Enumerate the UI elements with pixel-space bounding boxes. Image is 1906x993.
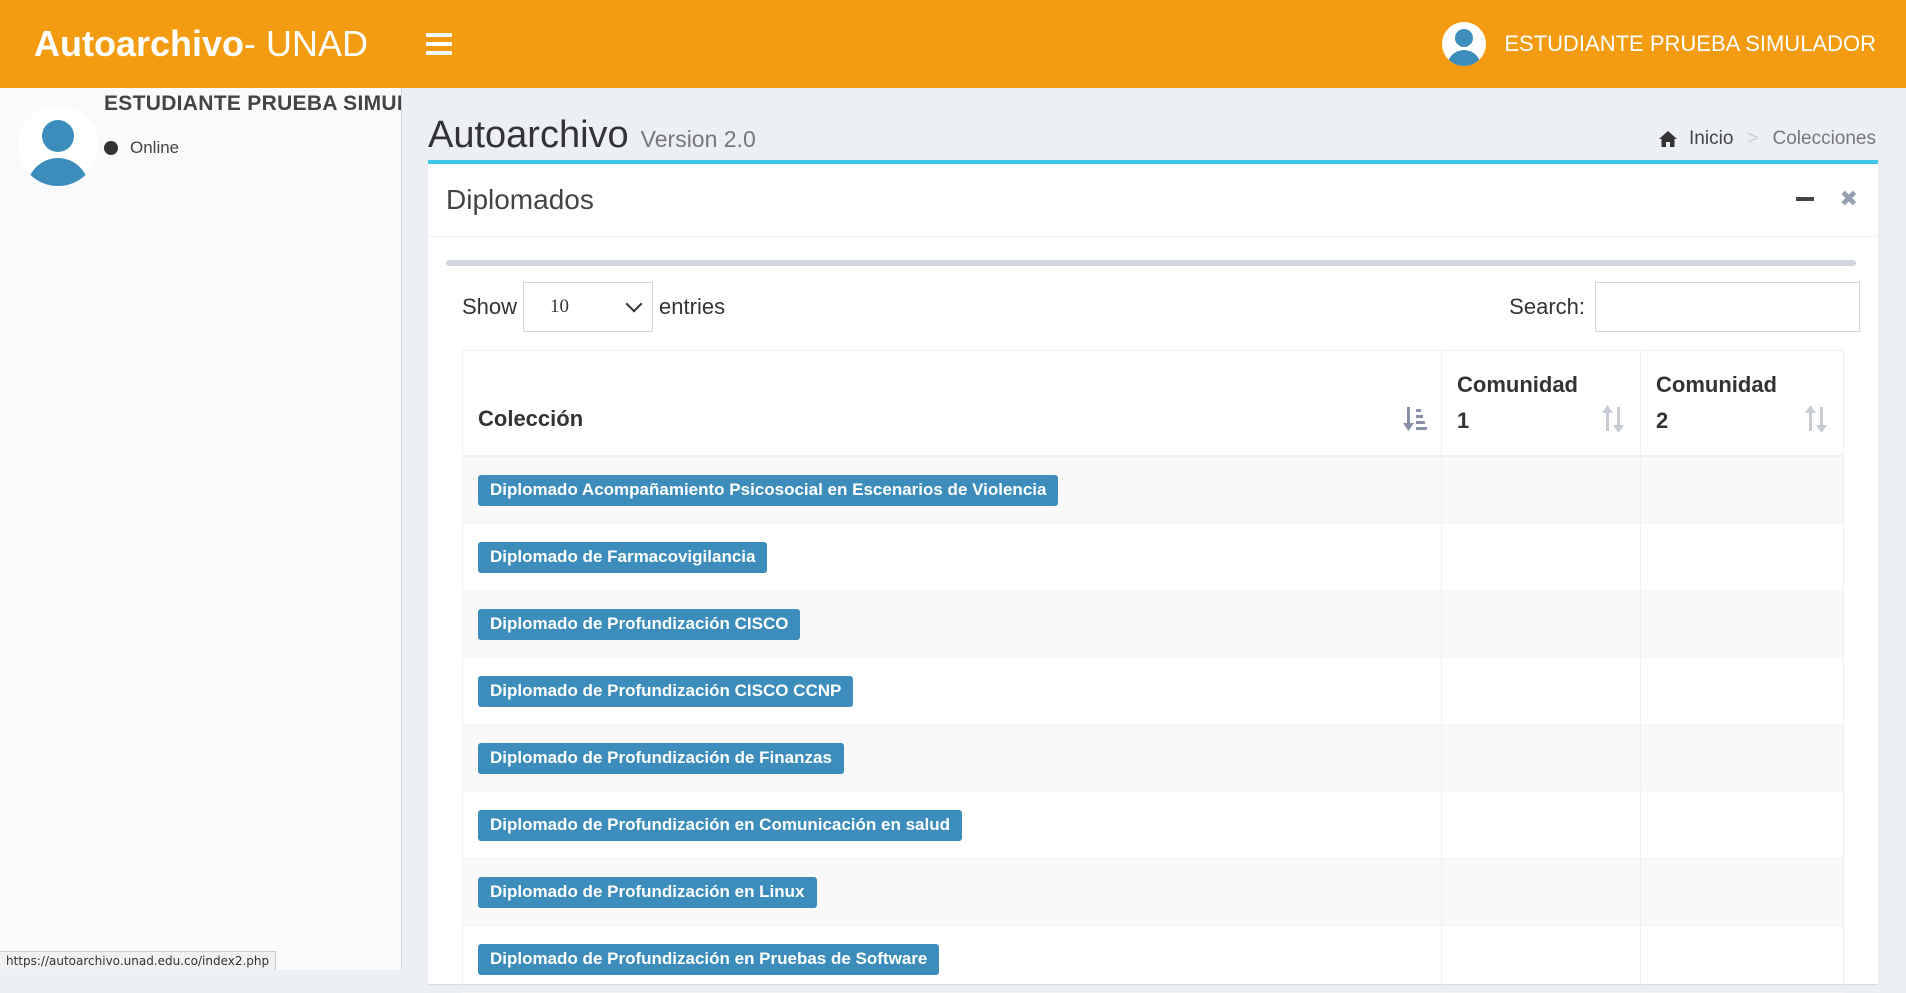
user-panel <box>18 106 98 186</box>
sidebar-avatar-icon <box>18 106 98 186</box>
search-control: Search: <box>1509 282 1860 332</box>
sidebar-toggle-icon[interactable] <box>426 33 452 55</box>
status-text: Online <box>130 138 180 157</box>
breadcrumb-current: Colecciones <box>1772 128 1877 149</box>
divider <box>446 260 1856 266</box>
home-icon <box>1659 131 1678 147</box>
sidebar-user-name: ESTUDIANTE PRUEBA SIMULADOR <box>104 92 401 115</box>
cell-comunidad1 <box>1441 658 1640 724</box>
app-logo[interactable]: Autoarchivo - UNAD <box>0 0 402 88</box>
collection-label[interactable]: Diplomado de Profundización en Linux <box>478 876 817 908</box>
cell-comunidad1 <box>1441 792 1640 858</box>
sort-both-icon <box>1805 405 1827 433</box>
table-row: Diplomado de Profundización CISCO <box>462 591 1844 658</box>
collections-table: Colección Comunidad 1 Comunidad 2 Diplom… <box>462 350 1844 993</box>
column-header-comunidad1[interactable]: Comunidad 1 <box>1441 351 1640 455</box>
table-row: Diplomado de Profundización en Comunicac… <box>462 792 1844 859</box>
cell-coleccion: Diplomado de Farmacovigilancia <box>462 524 1441 590</box>
breadcrumb-home[interactable]: Inicio <box>1689 128 1733 150</box>
page-title: Autoarchivo Version 2.0 <box>428 114 756 157</box>
table-row: Diplomado Acompañamiento Psicosocial en … <box>462 457 1844 524</box>
search-label: Search: <box>1509 294 1585 319</box>
chevron-down-icon <box>625 295 643 313</box>
cell-coleccion: Diplomado de Profundización en Linux <box>462 859 1441 925</box>
sort-both-icon <box>1602 405 1624 433</box>
top-navbar: Autoarchivo - UNAD ESTUDIANTE PRUEBA SIM… <box>0 0 1906 88</box>
breadcrumb: Inicio > Colecciones <box>1659 128 1876 150</box>
box-header: Diplomados ✖ <box>428 164 1878 237</box>
cell-comunidad2 <box>1640 591 1844 657</box>
cell-comunidad2 <box>1640 792 1844 858</box>
sidebar-user-info: ESTUDIANTE PRUEBA SIMULADOR Online <box>104 92 401 158</box>
table-row: Diplomado de Farmacovigilancia <box>462 524 1844 591</box>
column-header-label: Colección <box>478 406 584 431</box>
user-menu[interactable]: ESTUDIANTE PRUEBA SIMULADOR <box>1442 0 1876 88</box>
cell-coleccion: Diplomado Acompañamiento Psicosocial en … <box>462 457 1441 523</box>
table-row: Diplomado de Profundización CISCO CCNP <box>462 658 1844 725</box>
cell-coleccion: Diplomado de Profundización en Comunicac… <box>462 792 1441 858</box>
collection-label[interactable]: Diplomado de Profundización CISCO CCNP <box>478 675 854 707</box>
cell-comunidad2 <box>1640 926 1844 992</box>
status-dot-icon <box>104 141 118 155</box>
cell-comunidad2 <box>1640 859 1844 925</box>
cell-comunidad2 <box>1640 524 1844 590</box>
column-header-comunidad2[interactable]: Comunidad 2 <box>1640 351 1844 455</box>
table-row: Diplomado de Profundización de Finanzas <box>462 725 1844 792</box>
brand-rest: - UNAD <box>244 23 369 64</box>
user-avatar-icon <box>1442 22 1487 66</box>
column-header-coleccion[interactable]: Colección <box>462 351 1441 455</box>
cell-coleccion: Diplomado de Profundización en Pruebas d… <box>462 926 1441 992</box>
version-label: Version 2.0 <box>640 126 756 152</box>
cell-comunidad2 <box>1640 725 1844 791</box>
table-header: Colección Comunidad 1 Comunidad 2 <box>462 350 1844 457</box>
show-label: Show <box>462 294 518 319</box>
collection-label[interactable]: Diplomado Acompañamiento Psicosocial en … <box>478 474 1059 506</box>
collection-label[interactable]: Diplomado de Profundización de Finanzas <box>478 742 844 774</box>
cell-coleccion: Diplomado de Profundización CISCO CCNP <box>462 658 1441 724</box>
entries-label: entries <box>659 294 726 319</box>
collection-label[interactable]: Diplomado de Farmacovigilancia <box>478 541 768 573</box>
cell-comunidad1 <box>1441 926 1640 992</box>
collapse-icon[interactable] <box>1795 197 1814 201</box>
entries-length-control: Show 10 entries <box>462 282 725 332</box>
box-tools: ✖ <box>1795 188 1858 210</box>
cell-comunidad1 <box>1441 457 1640 523</box>
search-input[interactable] <box>1595 282 1860 332</box>
entries-select-value: 10 <box>550 296 570 317</box>
column-header-label: Comunidad 1 <box>1457 372 1578 433</box>
close-icon[interactable]: ✖ <box>1840 188 1858 210</box>
cell-comunidad1 <box>1441 859 1640 925</box>
table-row: Diplomado de Profundización en Linux <box>462 859 1844 926</box>
table-row: Diplomado de Profundización en Pruebas d… <box>462 926 1844 993</box>
cell-comunidad1 <box>1441 725 1640 791</box>
cell-comunidad2 <box>1640 658 1844 724</box>
cell-comunidad1 <box>1441 591 1640 657</box>
entries-select[interactable]: 10 <box>523 282 654 332</box>
collection-label[interactable]: Diplomado de Profundización en Comunicac… <box>478 809 962 841</box>
sort-asc-icon <box>1403 407 1427 431</box>
online-status: Online <box>104 138 401 158</box>
cell-comunidad1 <box>1441 524 1640 590</box>
column-header-label: Comunidad 2 <box>1656 372 1777 433</box>
cell-coleccion: Diplomado de Profundización CISCO <box>462 591 1441 657</box>
collections-box: Diplomados ✖ Show 10 entries Search: Col… <box>428 160 1878 993</box>
box-title: Diplomados <box>446 184 594 215</box>
page-title-text: Autoarchivo <box>428 114 629 156</box>
brand-bold: Autoarchivo <box>34 23 245 64</box>
cell-coleccion: Diplomado de Profundización de Finanzas <box>462 725 1441 791</box>
breadcrumb-separator: > <box>1747 128 1759 149</box>
collection-label[interactable]: Diplomado de Profundización CISCO <box>478 608 801 640</box>
browser-status-url: https://autoarchivo.unad.edu.co/index2.p… <box>0 951 277 970</box>
cell-comunidad2 <box>1640 457 1844 523</box>
user-menu-name: ESTUDIANTE PRUEBA SIMULADOR <box>1504 31 1876 56</box>
sidebar: ESTUDIANTE PRUEBA SIMULADOR Online <box>0 88 402 970</box>
